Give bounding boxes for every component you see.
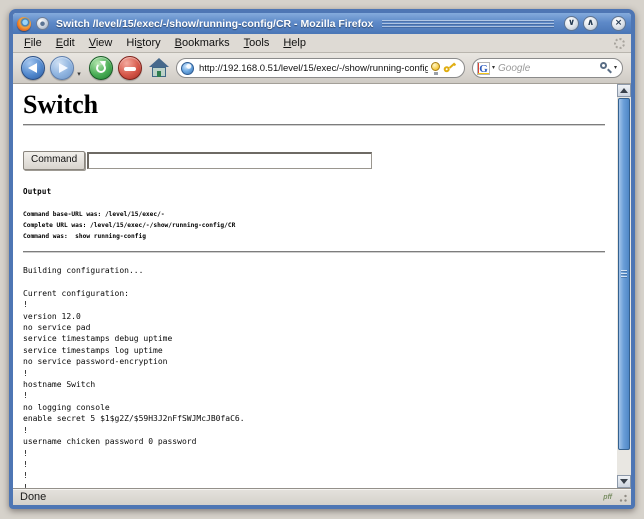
stop-icon <box>124 67 136 71</box>
web-page: Switch Command Output Command base-URL w… <box>13 84 617 488</box>
menu-tools[interactable]: Tools <box>237 35 277 51</box>
minimize-button[interactable]: ∨ <box>564 16 579 31</box>
home-icon-door <box>157 71 161 77</box>
forward-icon <box>59 63 68 73</box>
output-heading: Output <box>23 187 617 196</box>
command-input[interactable] <box>87 152 372 169</box>
menu-file[interactable]: File <box>17 35 49 51</box>
command-button[interactable]: Command <box>23 151 85 170</box>
output-line: Complete URL was: /level/15/exec/-/show/… <box>23 220 617 231</box>
menu-edit[interactable]: Edit <box>49 35 82 51</box>
menu-label-post: iew <box>96 37 113 49</box>
menu-bookmarks[interactable]: Bookmarks <box>168 35 237 51</box>
scroll-up-icon <box>620 88 628 93</box>
browser-window: Switch /level/15/exec/-/show/running-con… <box>9 9 635 509</box>
menu-label-post: ile <box>31 37 42 49</box>
resize-grip[interactable] <box>616 491 628 503</box>
menu-history[interactable]: History <box>119 35 167 51</box>
throbber-icon <box>614 38 625 49</box>
command-form: Command <box>23 150 617 170</box>
output-line: Command base-URL was: /level/15/exec/- <box>23 209 617 220</box>
menubar: File Edit View History Bookmarks Tools H… <box>13 34 631 53</box>
page-favicon-icon <box>36 17 49 30</box>
titlebar[interactable]: Switch /level/15/exec/-/show/running-con… <box>13 13 631 34</box>
url-input[interactable] <box>199 63 428 74</box>
menu-label-accel: B <box>175 37 182 49</box>
status-text: Done <box>20 491 46 503</box>
menu-label-post: ools <box>249 37 269 49</box>
scrollbar-track[interactable] <box>617 97 631 475</box>
maximize-button[interactable]: ∧ <box>583 16 598 31</box>
addon-bulb-icon[interactable] <box>431 62 441 75</box>
scroll-down-icon <box>620 479 628 484</box>
output-summary: Command base-URL was: /level/15/exec/- C… <box>23 209 617 242</box>
engine-dropdown-icon[interactable]: ▾ <box>492 64 495 72</box>
site-globe-icon <box>181 62 194 75</box>
scrollbar-thumb[interactable] <box>618 98 630 450</box>
menu-label-accel: F <box>24 37 31 49</box>
page-title: Switch <box>23 90 617 119</box>
status-bar: Done pff <box>13 488 631 505</box>
scroll-down-button[interactable] <box>617 475 631 488</box>
menu-label-post: tory <box>142 37 160 49</box>
maximize-icon: ∧ <box>587 18 594 28</box>
titlebar-grip <box>382 20 554 29</box>
divider <box>23 124 605 126</box>
firefox-icon <box>17 17 31 31</box>
statusbar-addon-icon[interactable]: pff <box>603 494 616 501</box>
back-icon <box>28 63 37 73</box>
forward-history-dropdown[interactable]: ▾ <box>75 56 83 80</box>
google-engine-icon[interactable]: G <box>477 62 490 75</box>
back-button[interactable] <box>21 56 45 80</box>
addon-key-icon[interactable] <box>441 58 461 78</box>
menu-label-pre: Hi <box>126 37 136 49</box>
minimize-icon: ∨ <box>568 18 575 28</box>
window-title: Switch /level/15/exec/-/show/running-con… <box>56 18 373 30</box>
search-dropdown-icon[interactable]: ▾ <box>614 64 617 72</box>
scroll-up-button[interactable] <box>617 84 631 97</box>
menu-view[interactable]: View <box>82 35 120 51</box>
menu-label-accel: E <box>56 37 63 49</box>
vertical-scrollbar <box>617 84 631 488</box>
search-bar: G ▾ ▾ <box>472 58 623 78</box>
content-area: Switch Command Output Command base-URL w… <box>13 84 631 488</box>
forward-button[interactable] <box>50 56 74 80</box>
menu-label-post: dit <box>63 37 75 49</box>
output-line: Command was: show running-config <box>23 231 617 242</box>
search-magnifier-icon[interactable] <box>599 61 613 75</box>
menu-help[interactable]: Help <box>276 35 313 51</box>
chevron-down-icon: ▾ <box>77 68 81 80</box>
home-icon <box>149 58 169 67</box>
navigation-toolbar: ▾ G ▾ ▾ <box>13 53 631 84</box>
stop-button[interactable] <box>118 56 142 80</box>
menu-label-post: elp <box>291 37 306 49</box>
menu-label-accel: V <box>89 37 96 49</box>
home-button[interactable] <box>147 56 171 80</box>
reload-button[interactable] <box>89 56 113 80</box>
menu-label-post: ookmarks <box>182 37 230 49</box>
close-button[interactable]: × <box>611 16 626 31</box>
divider <box>23 251 605 253</box>
running-config-output: Building configuration... Current config… <box>23 265 617 488</box>
search-input[interactable] <box>498 63 599 74</box>
close-icon: × <box>615 18 623 28</box>
url-bar <box>176 58 465 78</box>
